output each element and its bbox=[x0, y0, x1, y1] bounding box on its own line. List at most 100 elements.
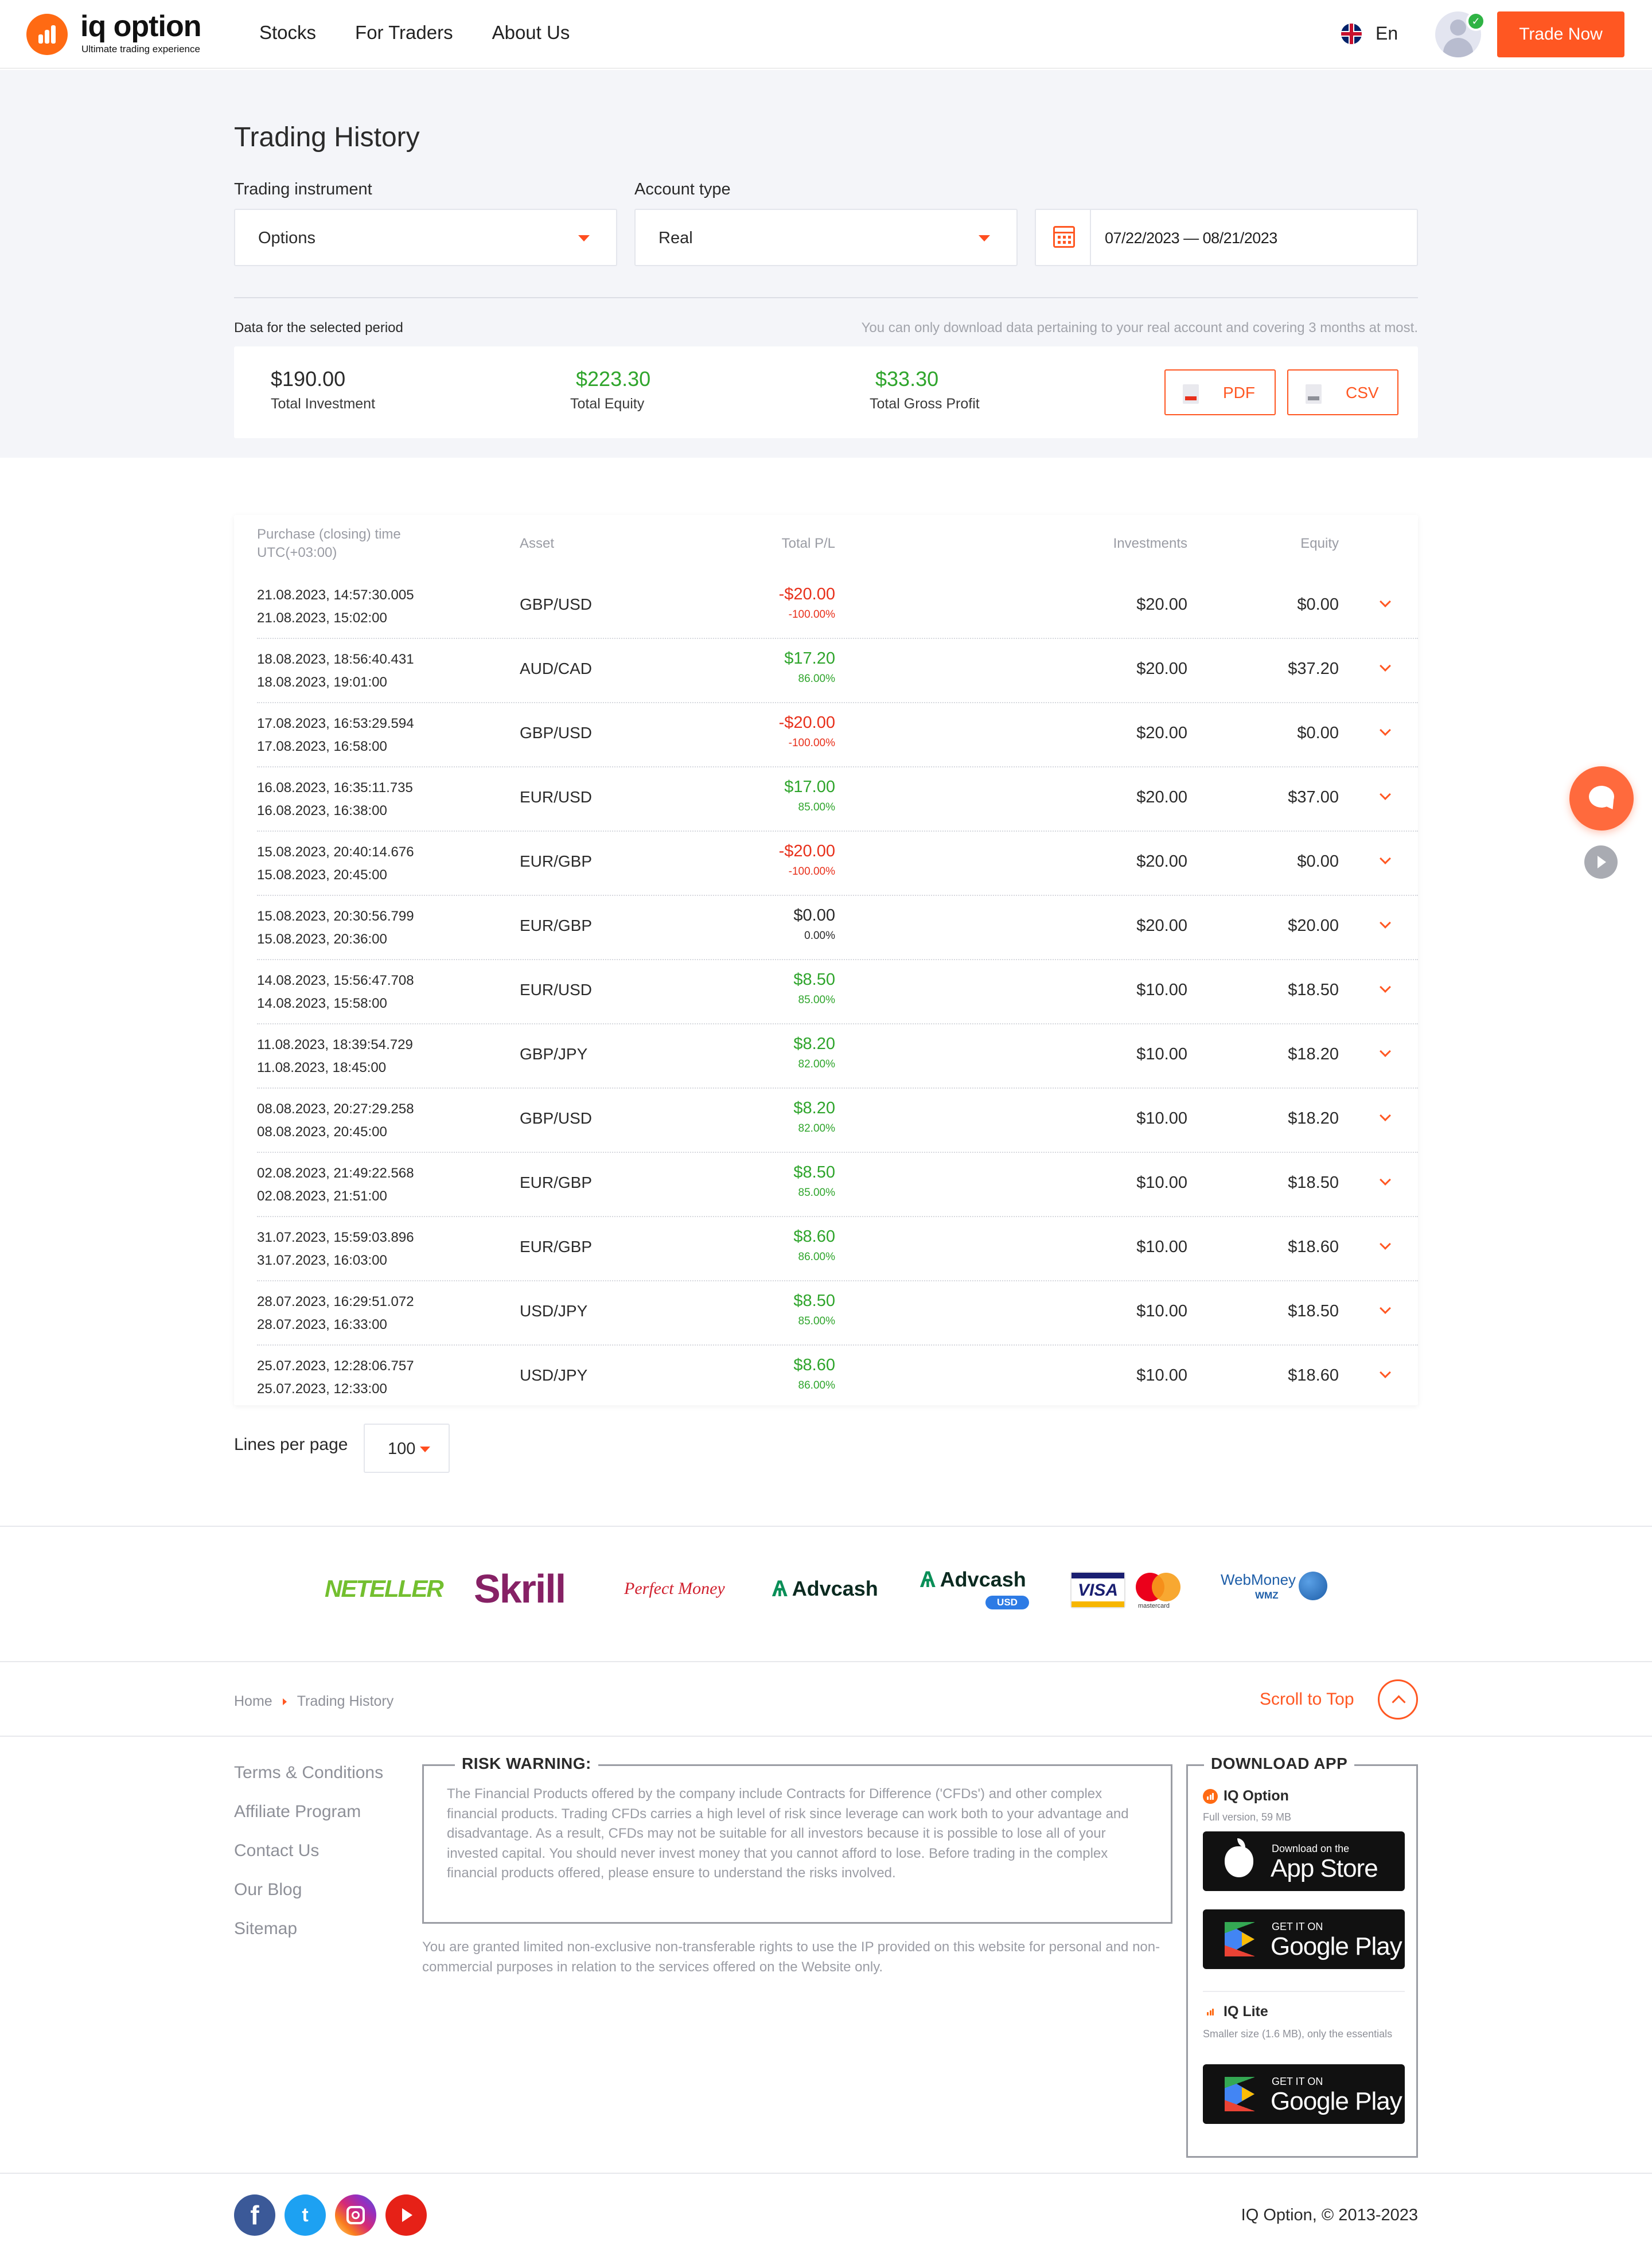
pl-percent: -100.00% bbox=[788, 609, 835, 621]
close-time: 18.08.2023, 19:01:00 bbox=[257, 675, 387, 690]
footer-link-sitemap[interactable]: Sitemap bbox=[234, 1919, 383, 1939]
investment: $20.00 bbox=[1136, 660, 1187, 678]
pl-value: $8.60 bbox=[793, 1227, 835, 1246]
nav-item-stocks[interactable]: Stocks bbox=[259, 22, 316, 44]
app-store-big-text: App Store bbox=[1271, 1854, 1378, 1882]
profit-loss: $8.50 85.00% bbox=[793, 1163, 835, 1199]
advcash-mark-icon: Ѧ bbox=[772, 1576, 788, 1601]
chevron-down-icon[interactable] bbox=[1380, 917, 1391, 929]
logo-tagline: Ultimate trading experience bbox=[81, 44, 200, 54]
breadcrumb-home[interactable]: Home bbox=[234, 1693, 272, 1710]
language-selector[interactable]: En bbox=[1341, 23, 1398, 44]
chevron-down-icon[interactable] bbox=[1380, 660, 1391, 672]
instrument-select[interactable]: Options bbox=[234, 209, 617, 266]
chat-button[interactable] bbox=[1569, 766, 1634, 831]
open-time: 15.08.2023, 20:30:56.799 bbox=[257, 909, 414, 924]
download-pdf-button[interactable]: PDF bbox=[1164, 369, 1276, 415]
download-app-panel: DOWNLOAD APP IQ Option Full version, 59 … bbox=[1186, 1755, 1418, 2158]
chevron-down-icon[interactable] bbox=[1380, 1046, 1391, 1057]
scroll-to-top-button[interactable] bbox=[1378, 1679, 1418, 1720]
footer-link-affiliate[interactable]: Affiliate Program bbox=[234, 1802, 383, 1822]
table-row[interactable]: 31.07.2023, 15:59:03.896 31.07.2023, 16:0… bbox=[257, 1217, 1418, 1281]
download-csv-button[interactable]: CSV bbox=[1287, 369, 1398, 415]
pl-percent: 86.00% bbox=[798, 1379, 835, 1391]
download-app-title: DOWNLOAD APP bbox=[1204, 1755, 1355, 1773]
footer-link-terms[interactable]: Terms & Conditions bbox=[234, 1763, 383, 1783]
risk-warning-text: The Financial Products offered by the co… bbox=[447, 1786, 1129, 1881]
webmoney-globe-icon bbox=[1299, 1572, 1327, 1600]
visa-top-band bbox=[1072, 1573, 1124, 1578]
chevron-down-icon[interactable] bbox=[1380, 596, 1391, 607]
table-row[interactable]: 11.08.2023, 18:39:54.729 11.08.2023, 18:4… bbox=[257, 1024, 1418, 1089]
profit-loss: $8.20 82.00% bbox=[793, 1099, 835, 1135]
equity: $18.50 bbox=[1288, 981, 1339, 999]
facebook-icon[interactable]: f bbox=[234, 2194, 275, 2236]
lines-per-page-select[interactable]: 100 bbox=[364, 1424, 450, 1473]
open-time: 17.08.2023, 16:53:29.594 bbox=[257, 716, 414, 731]
asset: EUR/GBP bbox=[520, 1238, 593, 1256]
trade-time: 15.08.2023, 20:30:56.799 15.08.2023, 20:3… bbox=[257, 905, 414, 951]
main-nav: Stocks For Traders About Us bbox=[259, 22, 570, 44]
column-header-time-line1: Purchase (closing) time bbox=[257, 527, 401, 542]
equity: $0.00 bbox=[1297, 852, 1339, 871]
nav-item-about-us[interactable]: About Us bbox=[492, 22, 570, 44]
table-row[interactable]: 21.08.2023, 14:57:30.005 21.08.2023, 15:0… bbox=[257, 575, 1418, 639]
trade-time: 31.07.2023, 15:59:03.896 31.07.2023, 16:0… bbox=[257, 1226, 414, 1272]
youtube-icon[interactable] bbox=[385, 2194, 427, 2236]
date-range-picker[interactable]: 07/22/2023 — 08/21/2023 bbox=[1035, 209, 1418, 266]
account-type-select[interactable]: Real bbox=[634, 209, 1018, 266]
mastercard-logo-overlap bbox=[1152, 1573, 1180, 1601]
chevron-down-icon[interactable] bbox=[1380, 1174, 1391, 1186]
table-row[interactable]: 15.08.2023, 20:40:14.676 15.08.2023, 20:4… bbox=[257, 832, 1418, 896]
open-time: 15.08.2023, 20:40:14.676 bbox=[257, 844, 414, 860]
close-time: 21.08.2023, 15:02:00 bbox=[257, 610, 387, 626]
nav-item-for-traders[interactable]: For Traders bbox=[355, 22, 453, 44]
chevron-down-icon[interactable] bbox=[1380, 1238, 1391, 1250]
app-store-button[interactable]: Download on the App Store bbox=[1203, 1831, 1405, 1891]
profit-loss: $8.50 85.00% bbox=[793, 1292, 835, 1328]
pl-percent: 86.00% bbox=[798, 673, 835, 685]
close-time: 15.08.2023, 20:36:00 bbox=[257, 931, 387, 947]
open-time: 08.08.2023, 20:27:29.258 bbox=[257, 1101, 414, 1117]
scroll-to-top-label[interactable]: Scroll to Top bbox=[1260, 1690, 1354, 1709]
uk-flag-icon bbox=[1341, 23, 1362, 44]
chevron-down-icon[interactable] bbox=[1380, 1367, 1391, 1378]
iq-option-app-size: Full version, 59 MB bbox=[1203, 1811, 1292, 1823]
asset: GBP/JPY bbox=[520, 1045, 588, 1063]
footer-link-contact[interactable]: Contact Us bbox=[234, 1841, 383, 1861]
twitter-icon[interactable]: t bbox=[285, 2194, 326, 2236]
instagram-icon[interactable] bbox=[335, 2194, 376, 2236]
table-row[interactable]: 28.07.2023, 16:29:51.072 28.07.2023, 16:3… bbox=[257, 1281, 1418, 1346]
verified-check-icon: ✓ bbox=[1466, 11, 1486, 31]
table-row[interactable]: 16.08.2023, 16:35:11.735 16.08.2023, 16:3… bbox=[257, 767, 1418, 832]
chevron-down-icon[interactable] bbox=[1380, 981, 1391, 993]
trade-now-button[interactable]: Trade Now bbox=[1497, 11, 1624, 57]
google-play-button[interactable]: GET IT ON Google Play bbox=[1203, 1909, 1405, 1969]
footer-link-blog[interactable]: Our Blog bbox=[234, 1880, 383, 1900]
chevron-down-icon[interactable] bbox=[1380, 1110, 1391, 1121]
table-row[interactable]: 25.07.2023, 12:28:06.757 25.07.2023, 12:3… bbox=[257, 1346, 1418, 1410]
chevron-down-icon[interactable] bbox=[1380, 789, 1391, 800]
google-play-lite-button[interactable]: GET IT ON Google Play bbox=[1203, 2064, 1405, 2124]
total-equity-label: Total Equity bbox=[570, 396, 645, 412]
open-time: 02.08.2023, 21:49:22.568 bbox=[257, 1165, 414, 1181]
chevron-down-icon[interactable] bbox=[1380, 724, 1391, 736]
total-gross-profit-label: Total Gross Profit bbox=[870, 396, 980, 412]
table-row[interactable]: 02.08.2023, 21:49:22.568 02.08.2023, 21:5… bbox=[257, 1153, 1418, 1217]
play-icon[interactable] bbox=[1584, 845, 1618, 879]
open-time: 31.07.2023, 15:59:03.896 bbox=[257, 1230, 414, 1245]
table-row[interactable]: 08.08.2023, 20:27:29.258 08.08.2023, 20:4… bbox=[257, 1089, 1418, 1153]
profit-loss: -$20.00 -100.00% bbox=[779, 842, 835, 878]
profit-loss: $8.20 82.00% bbox=[793, 1035, 835, 1071]
table-row[interactable]: 18.08.2023, 18:56:40.431 18.08.2023, 19:0… bbox=[257, 639, 1418, 703]
investment: $10.00 bbox=[1136, 1109, 1187, 1128]
chevron-down-icon[interactable] bbox=[1380, 1303, 1391, 1314]
asset: AUD/CAD bbox=[520, 660, 593, 677]
table-row[interactable]: 15.08.2023, 20:30:56.799 15.08.2023, 20:3… bbox=[257, 896, 1418, 960]
table-row[interactable]: 17.08.2023, 16:53:29.594 17.08.2023, 16:5… bbox=[257, 703, 1418, 767]
table-row[interactable]: 14.08.2023, 15:56:47.708 14.08.2023, 15:5… bbox=[257, 960, 1418, 1024]
iq-option-logo[interactable]: iq option Ultimate trading experience bbox=[26, 10, 221, 56]
pl-percent: -100.00% bbox=[788, 866, 835, 878]
equity: $18.50 bbox=[1288, 1174, 1339, 1192]
chevron-down-icon[interactable] bbox=[1380, 853, 1391, 864]
